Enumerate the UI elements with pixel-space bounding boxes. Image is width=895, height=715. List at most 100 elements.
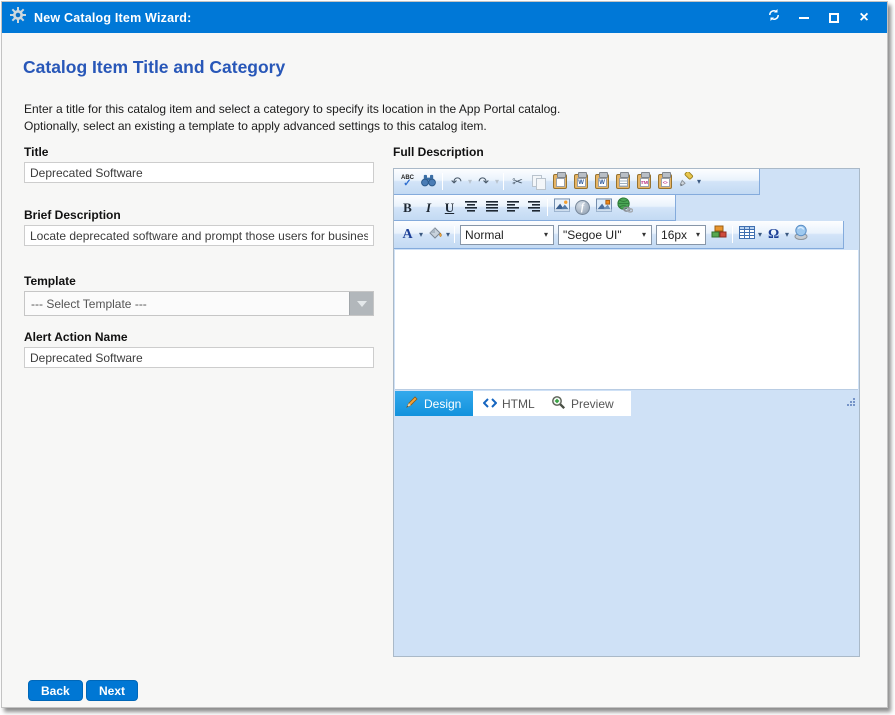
editor-resize-grip[interactable] — [845, 395, 856, 413]
background-color-button[interactable] — [424, 224, 445, 245]
image-map-editor-button[interactable] — [593, 197, 614, 218]
minimize-button[interactable] — [789, 5, 819, 31]
pencil-icon — [405, 395, 419, 412]
font-name-value: "Segoe UI" — [563, 228, 641, 242]
align-justify-icon — [485, 199, 499, 217]
code-brackets-icon — [483, 397, 497, 411]
toolbar-separator — [547, 199, 548, 216]
redo-dropdown-caret[interactable]: ▾ — [495, 177, 499, 186]
background-color-caret[interactable]: ▾ — [446, 230, 450, 239]
tab-html-label: HTML — [502, 397, 535, 411]
align-right-icon — [527, 199, 541, 217]
tab-html[interactable]: HTML — [473, 391, 541, 416]
intro-line-1: Enter a title for this catalog item and … — [24, 101, 560, 118]
format-stripper-icon — [678, 172, 694, 192]
underline-icon: U — [445, 200, 454, 216]
underline-button[interactable]: U — [439, 197, 460, 218]
brief-description-label: Brief Description — [24, 208, 121, 222]
redo-button[interactable]: ↷ — [473, 171, 494, 192]
undo-button[interactable]: ↶ — [446, 171, 467, 192]
page-title: Catalog Item Title and Category — [23, 57, 285, 78]
find-replace-button[interactable] — [418, 171, 439, 192]
spellcheck-icon: ABC✓ — [401, 175, 414, 189]
image-icon — [553, 198, 571, 218]
xhtml-validator-button[interactable] — [790, 224, 811, 245]
bold-button[interactable]: B — [397, 197, 418, 218]
hyperlink-icon — [616, 197, 633, 218]
toolbar-separator — [442, 173, 443, 190]
tab-design-label: Design — [424, 397, 461, 411]
table-icon — [739, 226, 755, 244]
close-icon: × — [859, 10, 868, 26]
undo-dropdown-caret[interactable]: ▾ — [468, 177, 472, 186]
paste-plain-text-button[interactable] — [612, 171, 633, 192]
font-name-select[interactable]: "Segoe UI" ▾ — [558, 225, 652, 245]
paste-as-html-icon: HTML — [637, 174, 651, 189]
paste-from-word-strip-font-button[interactable]: W — [591, 171, 612, 192]
paste-button[interactable] — [549, 171, 570, 192]
align-right-button[interactable] — [523, 197, 544, 218]
insert-table-button[interactable] — [736, 224, 757, 245]
image-map-icon — [595, 198, 613, 218]
align-center-button[interactable] — [460, 197, 481, 218]
tab-design[interactable]: Design — [395, 391, 473, 416]
title-label: Title — [24, 145, 48, 159]
format-stripper-button[interactable] — [675, 171, 696, 192]
validator-sphere-icon — [794, 224, 808, 245]
font-size-select[interactable]: 16px ▾ — [656, 225, 706, 245]
paste-plain-text-icon — [616, 174, 630, 189]
paragraph-style-select[interactable]: Normal ▾ — [460, 225, 554, 245]
paste-html-button[interactable]: <> — [654, 171, 675, 192]
redo-icon: ↷ — [478, 174, 489, 190]
image-manager-button[interactable] — [551, 197, 572, 218]
font-color-icon: A — [402, 227, 412, 243]
insert-symbol-caret[interactable]: ▾ — [785, 230, 789, 239]
font-size-value: 16px — [661, 228, 695, 242]
cut-button[interactable]: ✂ — [507, 171, 528, 192]
template-select[interactable]: --- Select Template --- — [24, 291, 374, 316]
title-input[interactable] — [24, 162, 374, 183]
paragraph-style-value: Normal — [465, 228, 543, 242]
maximize-button[interactable] — [819, 5, 849, 31]
format-stripper-caret[interactable]: ▾ — [697, 177, 701, 186]
building-blocks-icon — [711, 225, 727, 244]
custom-links-button[interactable] — [708, 224, 729, 245]
refresh-icon — [767, 8, 781, 27]
back-button[interactable]: Back — [28, 680, 83, 701]
hyperlink-manager-button[interactable] — [614, 197, 635, 218]
wizard-window: New Catalog Item Wizard: × — [1, 1, 888, 708]
magnifier-plus-icon — [551, 395, 566, 413]
copy-button[interactable] — [528, 171, 549, 192]
maximize-icon — [829, 13, 839, 23]
font-color-caret[interactable]: ▾ — [419, 230, 423, 239]
font-color-button[interactable]: A — [397, 224, 418, 245]
brief-description-input[interactable] — [24, 225, 374, 246]
paste-as-html-button[interactable]: HTML — [633, 171, 654, 192]
binoculars-icon — [420, 172, 437, 192]
copy-icon — [532, 175, 545, 189]
editor-content-area[interactable] — [395, 250, 858, 390]
next-button[interactable]: Next — [86, 680, 138, 701]
toolbar-separator — [454, 226, 455, 243]
titlebar: New Catalog Item Wizard: × — [2, 2, 887, 33]
insert-symbol-button[interactable]: Ω — [763, 224, 784, 245]
flash-manager-button[interactable]: f — [572, 197, 593, 218]
template-dropdown-button[interactable] — [349, 292, 373, 315]
cut-icon: ✂ — [512, 174, 523, 190]
spellcheck-button[interactable]: ABC✓ — [397, 171, 418, 192]
window-title: New Catalog Item Wizard: — [34, 11, 192, 25]
align-justify-button[interactable] — [481, 197, 502, 218]
tab-preview[interactable]: Preview — [541, 391, 631, 416]
italic-button[interactable]: I — [418, 197, 439, 218]
close-button[interactable]: × — [849, 5, 879, 31]
toolbar-separator — [732, 226, 733, 243]
align-left-button[interactable] — [502, 197, 523, 218]
alert-action-name-input[interactable] — [24, 347, 374, 368]
gear-icon — [10, 7, 26, 28]
insert-table-caret[interactable]: ▾ — [758, 230, 762, 239]
refresh-button[interactable] — [759, 5, 789, 31]
tab-preview-label: Preview — [571, 397, 614, 411]
editor-mode-tabs: Design HTML — [395, 391, 858, 416]
paste-from-word-button[interactable]: W — [570, 171, 591, 192]
italic-icon: I — [426, 200, 431, 216]
